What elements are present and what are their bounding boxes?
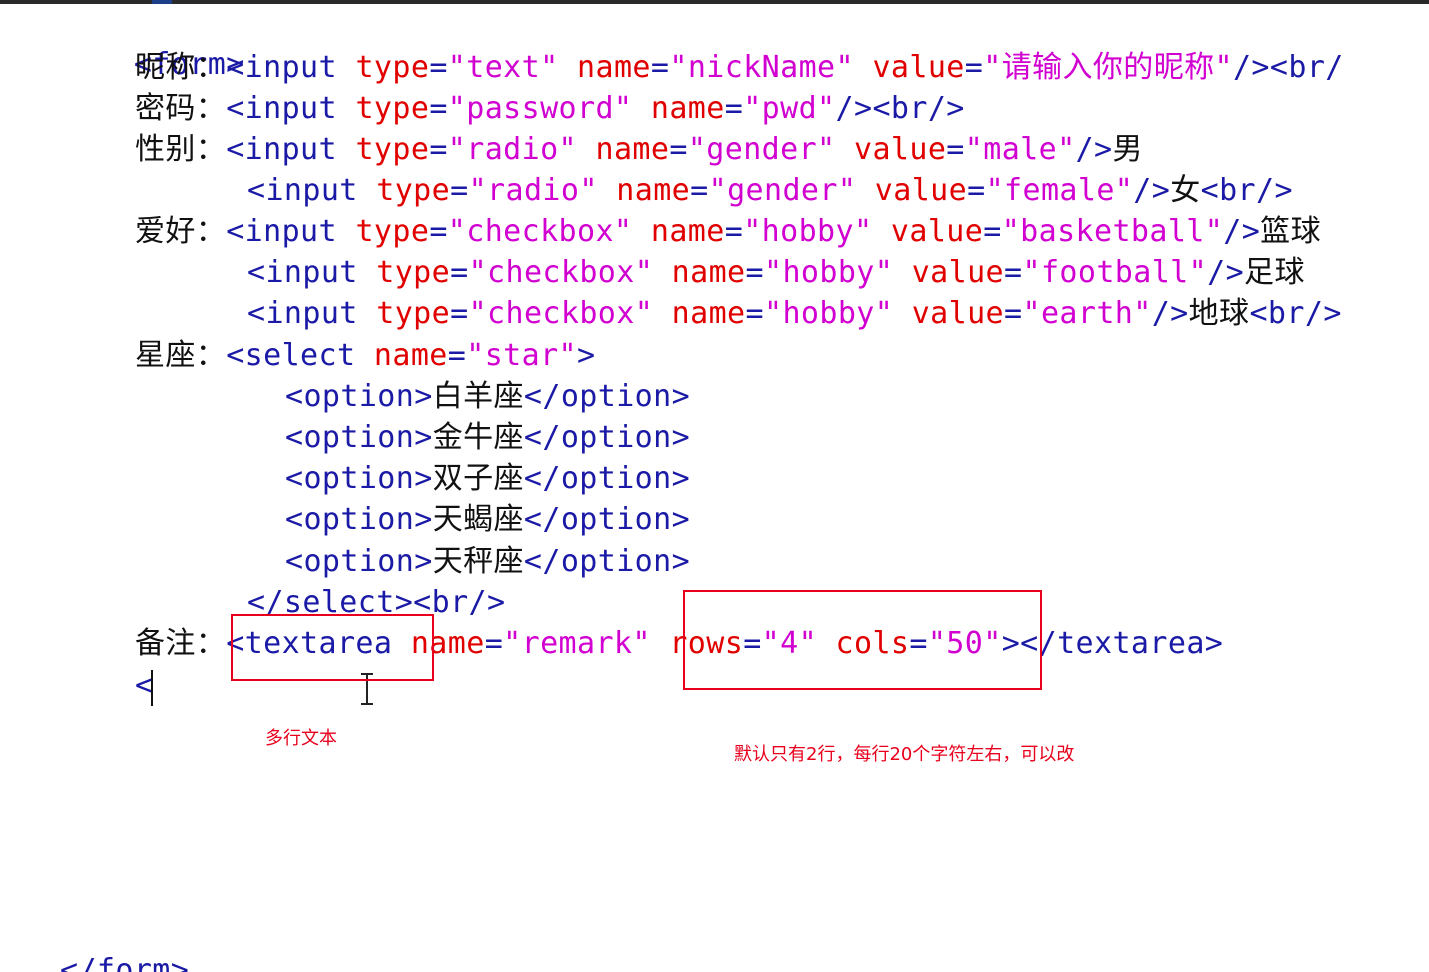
code-line-option: <option>白羊座</option> xyxy=(285,379,691,414)
code-line-option: <option>天秤座</option> xyxy=(285,544,691,579)
code-line-option: <option>金牛座</option> xyxy=(285,420,691,455)
text-caret xyxy=(151,670,153,706)
highlight-rows-cols xyxy=(683,590,1042,690)
code-line-nickname: 昵称：<input type="text" name="nickName" va… xyxy=(135,50,1344,85)
code-line-form-open: <form> xyxy=(133,47,245,82)
code-line-password: 密码：<input type="password" name="pwd"/><b… xyxy=(135,91,965,126)
code-line-hobby-basketball: 爱好：<input type="checkbox" name="hobby" v… xyxy=(135,214,1321,249)
code-editor[interactable]: <form> 昵称：<input type="text" name="nickN… xyxy=(0,0,1429,972)
code-line-form-close: </form> xyxy=(60,953,190,972)
annotation-multiline: 多行文本 xyxy=(265,728,337,749)
code-line-hobby-earth: <input type="checkbox" name="hobby" valu… xyxy=(247,296,1342,331)
code-line-gender-male: 性别：<input type="radio" name="gender" val… xyxy=(135,132,1143,167)
code-line-hobby-football: <input type="checkbox" name="hobby" valu… xyxy=(247,255,1305,290)
code-line-option: <option>双子座</option> xyxy=(285,461,691,496)
code-line-select-star: 星座：<select name="star"> xyxy=(135,338,596,373)
highlight-textarea-tag xyxy=(231,614,434,681)
annotation-rows-cols-note: 默认只有2行，每行20个字符左右，可以改 xyxy=(734,744,1075,765)
code-line-option: <option>天蝎座</option> xyxy=(285,502,691,537)
code-line-gender-female: <input type="radio" name="gender" value=… xyxy=(247,173,1293,208)
